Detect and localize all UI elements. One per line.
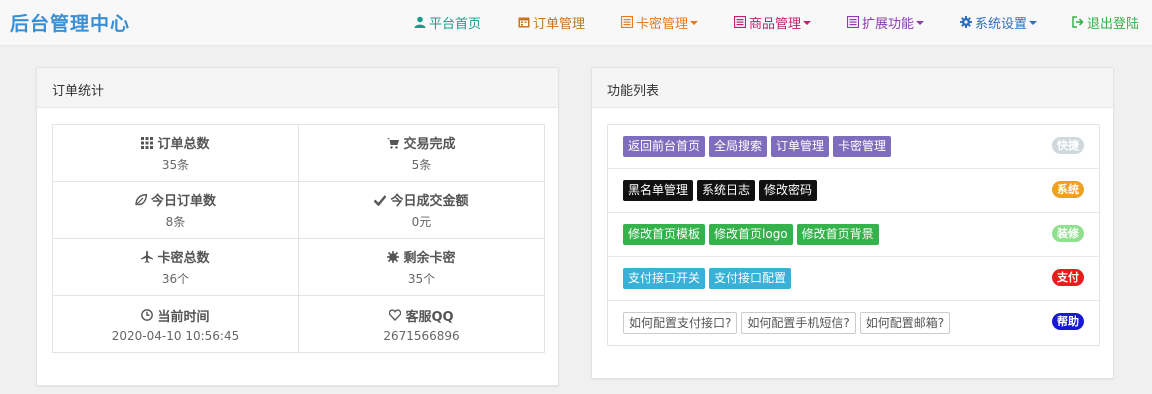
nav-home[interactable]: 平台首页 bbox=[414, 12, 481, 32]
stat-label: 当前时间 bbox=[157, 309, 210, 325]
help-email-config-button[interactable]: 如何配置邮箱? bbox=[859, 312, 951, 334]
plane-icon bbox=[141, 250, 154, 263]
nav-cards[interactable]: 卡密管理 bbox=[620, 12, 699, 32]
stat-cell: 卡密总数 36个 bbox=[52, 238, 299, 296]
top-navbar: 后台管理中心 平台首页 订单管理 卡密管理 商品管理 扩展功能 系统设置 退出登… bbox=[0, 0, 1152, 46]
nav-cards-label: 卡密管理 bbox=[636, 16, 689, 32]
stat-label: 今日成交金额 bbox=[390, 194, 469, 209]
clock-icon bbox=[141, 309, 154, 321]
stat-label: 交易完成 bbox=[403, 137, 456, 152]
function-list-panel: 功能列表 返回前台首页 全局搜索 订单管理 卡密管理 快捷 黑名单管理 系统日志… bbox=[591, 67, 1114, 379]
edit-homepage-template-button[interactable]: 修改首页模板 bbox=[623, 224, 706, 245]
function-row-payment: 支付接口开关 支付接口配置 支付 bbox=[608, 257, 1099, 301]
logout-icon bbox=[1072, 16, 1084, 28]
check-icon bbox=[374, 194, 387, 206]
stat-label: 剩余卡密 bbox=[403, 251, 456, 266]
function-row-decoration: 修改首页模板 修改首页logo 修改首页背景 装修 bbox=[608, 213, 1099, 257]
help-badge: 帮助 bbox=[1052, 313, 1084, 330]
brand-title[interactable]: 后台管理中心 bbox=[10, 9, 130, 36]
payment-badge: 支付 bbox=[1052, 269, 1084, 286]
nav-orders[interactable]: 订单管理 bbox=[518, 12, 585, 32]
global-search-button[interactable]: 全局搜索 bbox=[709, 136, 768, 157]
stat-cell: 今日订单数 8条 bbox=[52, 181, 299, 239]
system-badge: 系统 bbox=[1052, 181, 1084, 198]
nav-logout-label: 退出登陆 bbox=[1087, 16, 1140, 32]
stat-cell: 当前时间 2020-04-10 10:56:45 bbox=[52, 295, 299, 353]
nav-logout[interactable]: 退出登陆 bbox=[1072, 12, 1139, 32]
stat-cell: 交易完成 5条 bbox=[298, 124, 545, 182]
payment-switch-button[interactable]: 支付接口开关 bbox=[623, 268, 706, 289]
list-icon bbox=[620, 15, 634, 29]
stat-label: 今日订单数 bbox=[150, 194, 216, 209]
stat-value: 35个 bbox=[407, 272, 436, 286]
nav-orders-label: 订单管理 bbox=[533, 16, 586, 32]
help-sms-config-button[interactable]: 如何配置手机短信? bbox=[741, 312, 856, 334]
nav-products[interactable]: 商品管理 bbox=[733, 12, 812, 32]
payment-config-button[interactable]: 支付接口配置 bbox=[709, 268, 792, 289]
heart-icon bbox=[389, 309, 402, 321]
card-management-button[interactable]: 卡密管理 bbox=[833, 136, 892, 157]
quick-badge: 快捷 bbox=[1052, 137, 1084, 154]
stat-cell: 剩余卡密 35个 bbox=[298, 238, 545, 296]
nav-settings[interactable]: 系统设置 bbox=[960, 12, 1038, 32]
function-row-system: 黑名单管理 系统日志 修改密码 系统 bbox=[608, 169, 1099, 213]
nav-products-label: 商品管理 bbox=[749, 16, 802, 32]
stat-value: 8条 bbox=[165, 215, 186, 229]
edit-homepage-background-button[interactable]: 修改首页背景 bbox=[796, 224, 879, 245]
stat-label: 客服QQ bbox=[405, 309, 454, 325]
help-payment-config-button[interactable]: 如何配置支付接口? bbox=[623, 312, 738, 334]
list-alt-icon bbox=[846, 15, 860, 29]
back-to-frontpage-button[interactable]: 返回前台首页 bbox=[623, 136, 706, 157]
function-list: 返回前台首页 全局搜索 订单管理 卡密管理 快捷 黑名单管理 系统日志 修改密码… bbox=[607, 124, 1100, 346]
leaf-icon bbox=[135, 193, 148, 206]
nav-extensions[interactable]: 扩展功能 bbox=[846, 12, 925, 32]
stat-value: 35条 bbox=[161, 158, 190, 172]
order-management-button[interactable]: 订单管理 bbox=[771, 136, 830, 157]
cart-icon bbox=[387, 137, 400, 149]
nav-settings-label: 系统设置 bbox=[975, 16, 1028, 32]
chevron-down-icon bbox=[803, 21, 812, 25]
stat-value: 5条 bbox=[411, 158, 432, 172]
function-row-quick: 返回前台首页 全局搜索 订单管理 卡密管理 快捷 bbox=[608, 125, 1099, 169]
change-password-button[interactable]: 修改密码 bbox=[759, 180, 818, 201]
decoration-badge: 装修 bbox=[1052, 225, 1084, 242]
chevron-down-icon bbox=[1029, 21, 1038, 25]
stat-cell: 订单总数 35条 bbox=[52, 124, 299, 182]
edit-homepage-logo-button[interactable]: 修改首页logo bbox=[709, 224, 793, 245]
grid-icon bbox=[141, 136, 154, 149]
system-log-button[interactable]: 系统日志 bbox=[697, 180, 756, 201]
list-alt-icon bbox=[733, 15, 747, 29]
stat-cell: 今日成交金额 0元 bbox=[298, 181, 545, 239]
nav-home-label: 平台首页 bbox=[429, 16, 482, 32]
stat-value: 2020-04-10 10:56:45 bbox=[111, 328, 240, 343]
function-list-title: 功能列表 bbox=[592, 68, 1113, 108]
chevron-down-icon bbox=[690, 21, 699, 25]
chevron-down-icon bbox=[916, 21, 925, 25]
user-icon bbox=[414, 16, 426, 28]
gear-icon bbox=[960, 16, 972, 28]
stat-value: 36个 bbox=[161, 272, 190, 286]
stat-label: 订单总数 bbox=[157, 137, 210, 152]
order-stats-table: 订单总数 35条 交易完成 5条 今日订单数 8条 今日成交金额 0元 卡密总数… bbox=[52, 124, 545, 353]
nav-extensions-label: 扩展功能 bbox=[862, 16, 915, 32]
stat-value: 0元 bbox=[411, 215, 432, 229]
asterisk-icon bbox=[387, 250, 400, 263]
calendar-icon bbox=[518, 16, 530, 28]
order-stats-title: 订单统计 bbox=[37, 68, 558, 108]
stat-cell: 客服QQ 2671566896 bbox=[298, 295, 545, 353]
blacklist-management-button[interactable]: 黑名单管理 bbox=[623, 180, 694, 201]
stat-label: 卡密总数 bbox=[157, 251, 210, 266]
function-row-help: 如何配置支付接口? 如何配置手机短信? 如何配置邮箱? 帮助 bbox=[608, 301, 1099, 345]
order-stats-panel: 订单统计 订单总数 35条 交易完成 5条 今日订单数 8条 今日成交金额 0元… bbox=[36, 67, 559, 386]
stat-value: 2671566896 bbox=[383, 328, 460, 343]
